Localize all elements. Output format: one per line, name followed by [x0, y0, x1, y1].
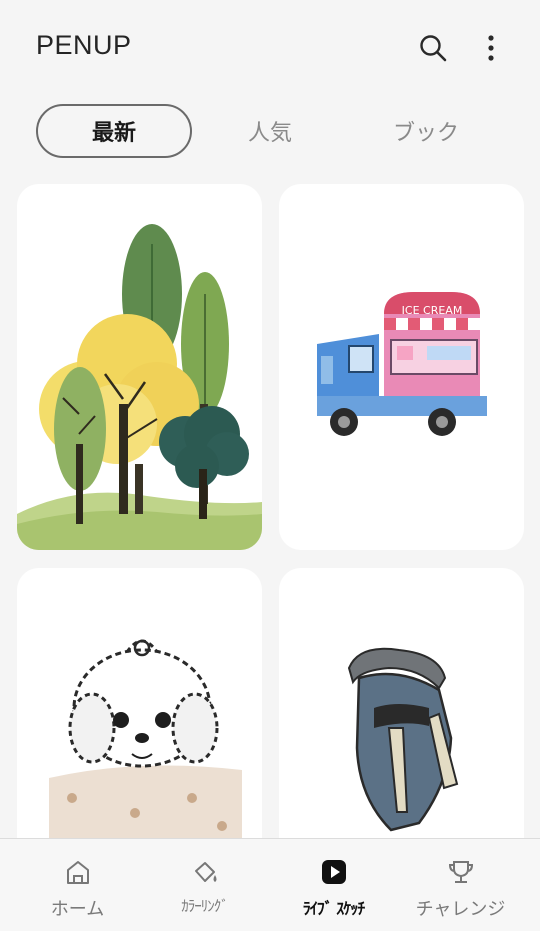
artwork-card-ice-cream-truck[interactable]: ICE CREAM [279, 184, 524, 550]
artwork-card-dog[interactable] [17, 568, 262, 868]
nav-item-challenge[interactable]: チャレンジ [393, 839, 528, 931]
paint-bucket-icon [194, 862, 216, 882]
trophy-icon [448, 861, 473, 883]
nav-item-coloring[interactable]: ｶﾗｰﾘﾝｸﾞ [137, 839, 272, 931]
nav-label-home: ホーム [50, 899, 105, 920]
helmet-artwork [347, 647, 459, 832]
trees-artwork [17, 224, 262, 550]
truck-sign: ICE CREAM [402, 304, 463, 317]
search-icon [420, 35, 447, 62]
tab-book[interactable]: ブック [350, 104, 502, 158]
search-button[interactable] [413, 28, 453, 68]
category-tabs: 最新 人気 ブック [0, 104, 540, 160]
bottom-navigation: ホーム ｶﾗｰﾘﾝｸﾞ ﾗｲﾌﾞ ｽｹｯﾁ チャレンジ [0, 838, 540, 931]
more-vertical-icon [488, 35, 494, 61]
nav-label-coloring: ｶﾗｰﾘﾝｸﾞ [181, 897, 229, 915]
nav-label-challenge: チャレンジ [415, 899, 506, 920]
nav-item-live-sketch[interactable]: ﾗｲﾌﾞ ｽｹｯﾁ [266, 839, 401, 931]
nav-item-home[interactable]: ホーム [10, 839, 145, 931]
home-icon [66, 861, 89, 884]
more-options-button[interactable] [471, 28, 511, 68]
app-title: PENUP [36, 30, 132, 60]
tab-latest[interactable]: 最新 [36, 104, 192, 158]
artwork-card-trees[interactable] [17, 184, 262, 550]
artwork-card-helmet[interactable] [279, 568, 524, 868]
tab-popular[interactable]: 人気 [194, 104, 346, 158]
ice-cream-truck-artwork: ICE CREAM [317, 292, 487, 436]
app-header: PENUP [0, 0, 540, 96]
dog-artwork [49, 639, 242, 846]
play-icon [321, 860, 346, 884]
nav-label-live-sketch: ﾗｲﾌﾞ ｽｹｯﾁ [302, 899, 366, 918]
